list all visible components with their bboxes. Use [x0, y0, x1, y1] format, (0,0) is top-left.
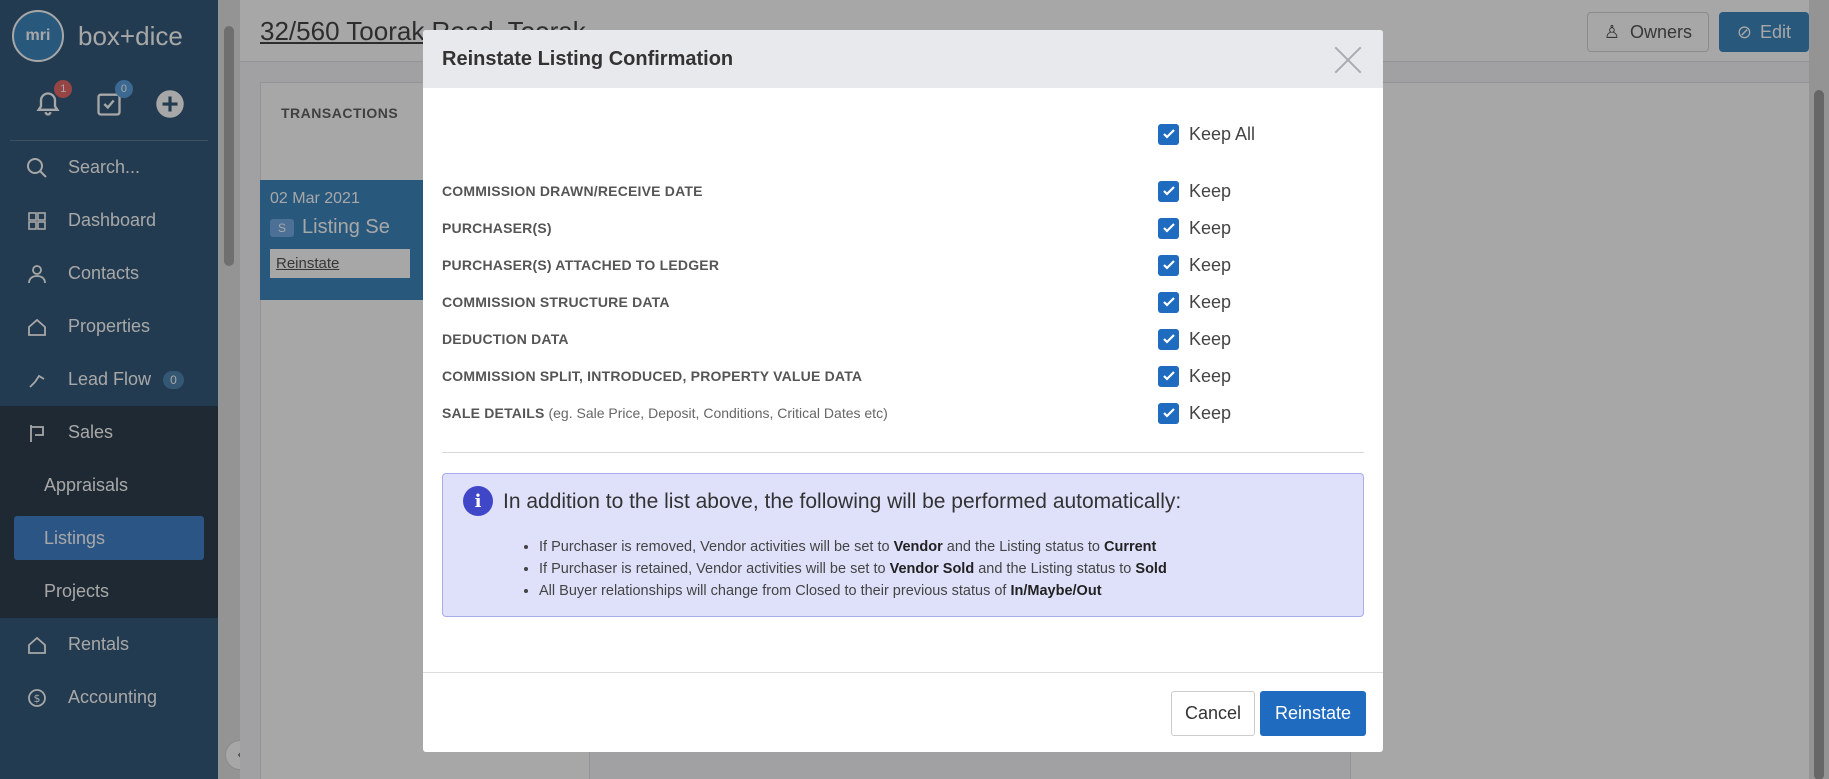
row-label: COMMISSION DRAWN/RECEIVE DATE [442, 183, 703, 199]
row-label: SALE DETAILS [442, 405, 545, 421]
keep-row: PURCHASER(S) Keep [442, 213, 1362, 243]
keep-all-row: Keep All [442, 119, 1362, 149]
keep-row: PURCHASER(S) ATTACHED TO LEDGER Keep [442, 250, 1362, 280]
checkmark-icon [1158, 180, 1179, 202]
keep-checkbox[interactable]: Keep [1158, 402, 1232, 424]
modal-title: Reinstate Listing Confirmation [442, 47, 734, 70]
keep-row: COMMISSION SPLIT, INTRODUCED, PROPERTY V… [442, 361, 1362, 391]
row-label: DEDUCTION DATA [442, 331, 569, 347]
keep-row: SALE DETAILS (eg. Sale Price, Deposit, C… [442, 398, 1362, 428]
keep-checkbox[interactable]: Keep [1158, 291, 1232, 313]
checkmark-icon [1158, 123, 1179, 145]
keep-checkbox[interactable]: Keep [1158, 254, 1232, 276]
info-icon: i [463, 486, 493, 516]
bullet-text: and the Listing status to [974, 561, 1136, 577]
keep-label: Keep [1189, 180, 1232, 201]
keep-label: Keep [1189, 254, 1232, 275]
bullet-text: and the Listing status to [942, 539, 1104, 555]
cancel-button[interactable]: Cancel [1171, 691, 1255, 736]
modal-header: Reinstate Listing Confirmation [423, 30, 1383, 88]
row-label: COMMISSION SPLIT, INTRODUCED, PROPERTY V… [442, 368, 863, 384]
keep-checkbox[interactable]: Keep [1158, 180, 1232, 202]
row-label: PURCHASER(S) [442, 220, 552, 236]
keep-checkbox[interactable]: Keep [1158, 217, 1232, 239]
bullet-bold: Sold [1135, 561, 1167, 577]
keep-all-checkbox[interactable]: Keep All [1158, 123, 1256, 145]
keep-all-label: Keep All [1189, 123, 1256, 144]
bullet-text: If Purchaser is retained, Vendor activit… [539, 561, 890, 577]
bullet-bold: In/Maybe/Out [1010, 583, 1102, 599]
row-label: PURCHASER(S) ATTACHED TO LEDGER [442, 257, 720, 273]
checkmark-icon [1158, 365, 1179, 387]
checkmark-icon [1158, 402, 1179, 424]
bullet-bold: Current [1103, 539, 1157, 555]
modal-footer: Cancel Reinstate [423, 672, 1383, 752]
checkmark-icon [1158, 291, 1179, 313]
info-box: i In addition to the list above, the fol… [442, 473, 1364, 617]
bullet-bold: Vendor Sold [889, 561, 975, 577]
list-item: If Purchaser is retained, Vendor activit… [539, 558, 1167, 580]
list-item: All Buyer relationships will change from… [539, 580, 1167, 602]
keep-label: Keep [1189, 365, 1232, 386]
keep-checkbox[interactable]: Keep [1158, 328, 1232, 350]
divider [442, 452, 1364, 453]
list-item: If Purchaser is removed, Vendor activiti… [539, 536, 1167, 558]
row-label: COMMISSION STRUCTURE DATA [442, 294, 670, 310]
checkmark-icon [1158, 254, 1179, 276]
reinstate-button[interactable]: Reinstate [1260, 691, 1366, 736]
keep-label: Keep [1189, 328, 1232, 349]
keep-label: Keep [1189, 291, 1232, 312]
keep-label: Keep [1189, 217, 1232, 238]
checkmark-icon [1158, 217, 1179, 239]
reinstate-modal: Reinstate Listing Confirmation Keep All … [423, 30, 1383, 752]
close-icon[interactable] [1331, 42, 1365, 76]
row-hint: (eg. Sale Price, Deposit, Conditions, Cr… [548, 405, 888, 421]
keep-label: Keep [1189, 402, 1232, 423]
bullet-bold: Vendor [893, 539, 943, 555]
keep-row: COMMISSION STRUCTURE DATA Keep [442, 287, 1362, 317]
bullet-text: If Purchaser is removed, Vendor activiti… [539, 539, 894, 555]
info-title: In addition to the list above, the follo… [503, 490, 1182, 513]
info-list: If Purchaser is removed, Vendor activiti… [539, 536, 1167, 602]
bullet-text: All Buyer relationships will change from… [539, 583, 1011, 599]
keep-checkbox[interactable]: Keep [1158, 365, 1232, 387]
keep-row: DEDUCTION DATA Keep [442, 324, 1362, 354]
keep-row: COMMISSION DRAWN/RECEIVE DATE Keep [442, 176, 1362, 206]
checkmark-icon [1158, 328, 1179, 350]
